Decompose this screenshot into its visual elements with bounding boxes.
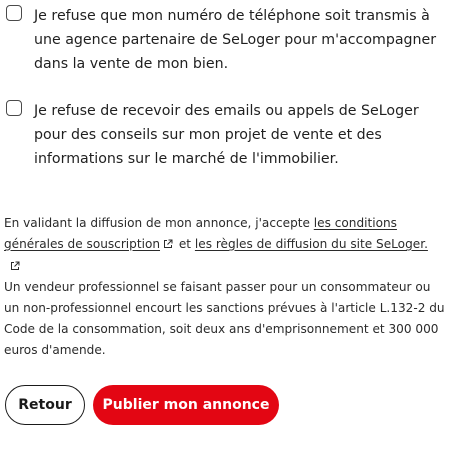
publish-confirmation-section: Je refuse que mon numéro de téléphone so… xyxy=(0,0,453,451)
external-link-icon xyxy=(163,235,173,256)
consent-marketing-checkbox[interactable] xyxy=(6,100,22,116)
publication-rules-link[interactable]: les règles de diffusion du site SeLoger. xyxy=(195,237,428,251)
consent-phone-sharing-label: Je refuse que mon numéro de téléphone so… xyxy=(34,8,437,72)
back-button[interactable]: Retour xyxy=(5,385,85,425)
legal-connector-text: et xyxy=(175,237,195,251)
consent-marketing-label: Je refuse de recevoir des emails ou appe… xyxy=(34,103,419,167)
publish-listing-button[interactable]: Publier mon annonce xyxy=(93,385,279,425)
external-link-icon xyxy=(10,257,20,278)
consent-phone-sharing: Je refuse que mon numéro de téléphone so… xyxy=(6,4,453,76)
legal-intro-text: En validant la diffusion de mon annonce,… xyxy=(4,216,314,230)
legal-warning-text: Un vendeur professionnel se faisant pass… xyxy=(4,280,445,357)
consent-marketing: Je refuse de recevoir des emails ou appe… xyxy=(6,99,453,171)
action-buttons: Retour Publier mon annonce xyxy=(5,385,279,425)
consent-phone-sharing-checkbox[interactable] xyxy=(6,5,22,21)
legal-notice: En validant la diffusion de mon annonce,… xyxy=(4,213,449,361)
